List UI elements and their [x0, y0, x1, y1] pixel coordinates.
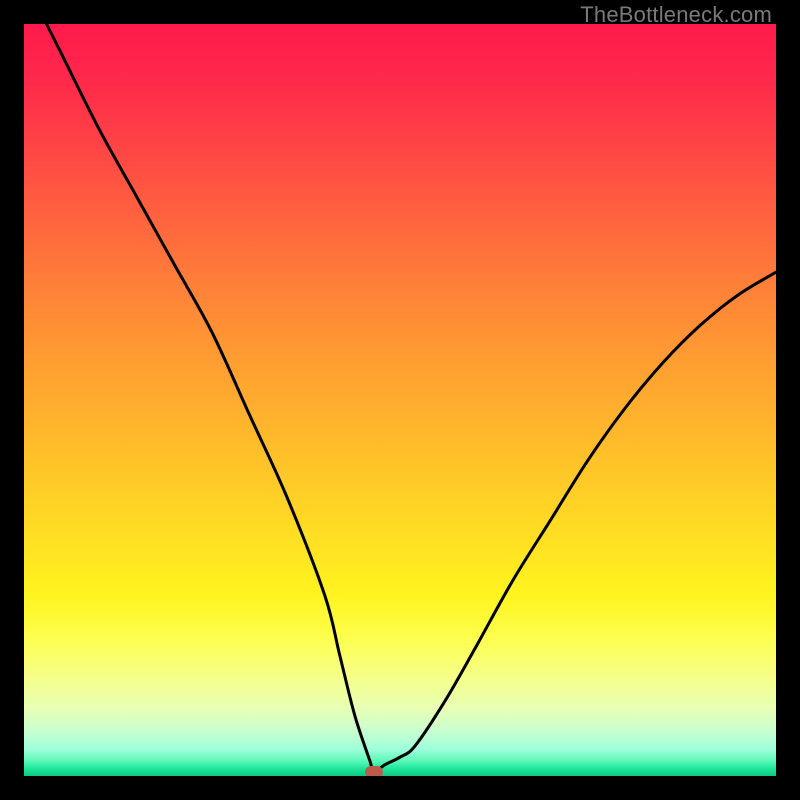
- chart-frame: TheBottleneck.com: [0, 0, 800, 800]
- optimal-point-marker: [365, 766, 383, 776]
- bottleneck-curve: [24, 24, 776, 776]
- plot-area: [24, 24, 776, 776]
